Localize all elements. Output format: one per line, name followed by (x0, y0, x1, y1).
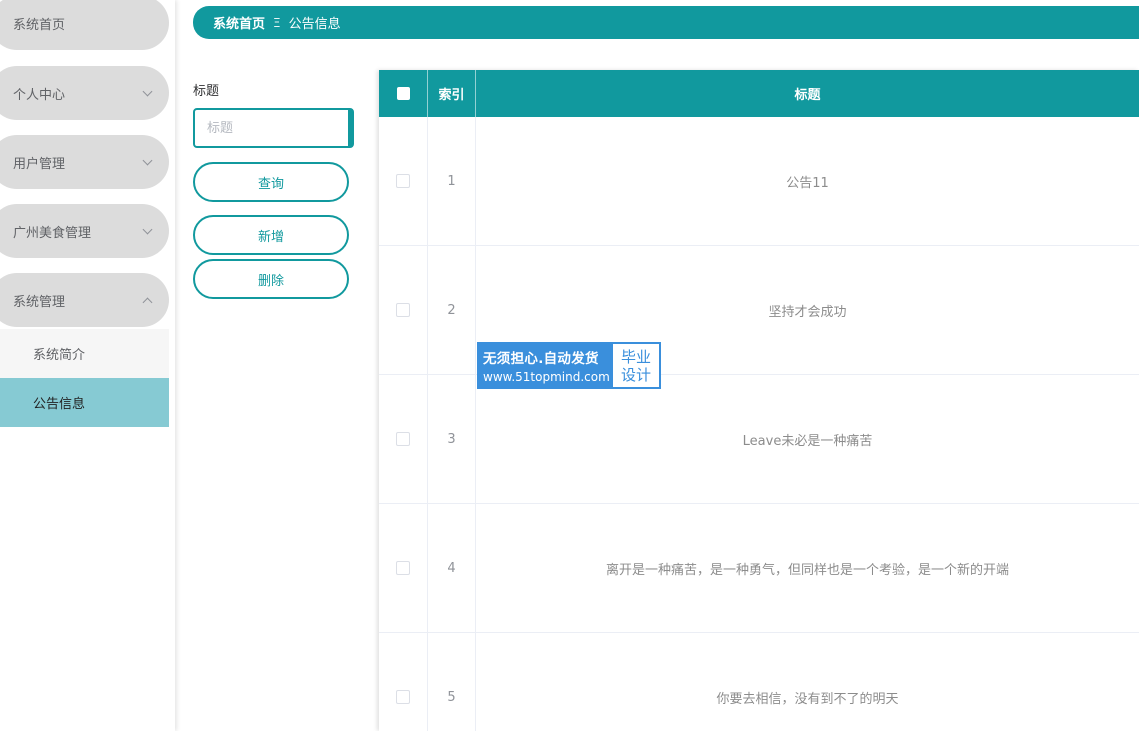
submenu-item-label: 系统简介 (33, 348, 86, 363)
chevron-down-icon (142, 224, 153, 235)
row-checkbox[interactable] (396, 690, 410, 704)
row-select-cell (379, 246, 428, 374)
row-checkbox[interactable] (396, 432, 410, 446)
row-index: 5 (428, 633, 476, 731)
watermark-slogan: 无须担心.自动发货 (483, 351, 599, 367)
announcement-table: 索引 标题 1 公告11 2 坚持才会成功 3 Leave未必是一种痛苦 4 离… (379, 70, 1139, 731)
header-title: 标题 (794, 88, 821, 103)
submenu-item-label: 公告信息 (33, 397, 86, 412)
delete-button[interactable]: 删除 (193, 259, 349, 299)
watermark-badge: 毕业 设计 (613, 344, 659, 387)
query-button[interactable]: 查询 (193, 162, 349, 202)
menu-item-system-management[interactable]: 系统管理 (0, 273, 169, 327)
chevron-down-icon (142, 86, 153, 97)
row-title: Leave未必是一种痛苦 (742, 433, 873, 449)
menu-item-food-management[interactable]: 广州美食管理 (0, 204, 169, 258)
breadcrumb-home[interactable]: 系统首页 (213, 13, 265, 32)
watermark-badge-line: 毕业 (620, 347, 651, 366)
add-button[interactable]: 新增 (193, 215, 349, 255)
table-row[interactable]: 3 Leave未必是一种痛苦 (379, 375, 1139, 504)
menu-item-label: 系统管理 (13, 294, 66, 310)
menu-item-label: 用户管理 (13, 156, 66, 172)
watermark-text-block: 无须担心.自动发货 www.51topmind.com (479, 344, 613, 387)
menu-item-label: 个人中心 (13, 87, 66, 103)
row-checkbox[interactable] (396, 174, 410, 188)
row-title: 公告11 (786, 175, 829, 191)
menu-item-label: 广州美食管理 (13, 225, 92, 241)
menu-item-home[interactable]: 系统首页 (0, 0, 169, 50)
row-title: 离开是一种痛苦，是一种勇气，但同样也是一个考验，是一个新的开端 (605, 562, 1009, 578)
chevron-down-icon (142, 155, 153, 166)
watermark-badge-line: 设计 (620, 365, 651, 384)
submenu-item-system-intro[interactable]: 系统简介 (0, 329, 169, 378)
header-index: 索引 (428, 70, 476, 117)
table-row[interactable]: 4 离开是一种痛苦，是一种勇气，但同样也是一个考验，是一个新的开端 (379, 504, 1139, 633)
row-checkbox[interactable] (396, 561, 410, 575)
header-select-cell (379, 70, 428, 117)
row-checkbox[interactable] (396, 303, 410, 317)
watermark-url: www.51topmind.com (483, 370, 610, 384)
row-title: 你要去相信，没有到不了的明天 (716, 691, 899, 707)
select-all-checkbox[interactable] (396, 87, 410, 100)
menu-item-personal-center[interactable]: 个人中心 (0, 66, 169, 120)
title-search-input[interactable] (193, 108, 354, 148)
table-header: 索引 标题 (379, 70, 1139, 117)
watermark-overlay: 无须担心.自动发货 www.51topmind.com 毕业 设计 (477, 342, 661, 389)
sidebar: 系统首页 个人中心 用户管理 广州美食管理 系统管理 系统简介 公告信息 (0, 0, 175, 731)
table-row[interactable]: 1 公告11 (379, 117, 1139, 246)
breadcrumb-current: 公告信息 (288, 17, 341, 32)
row-index: 4 (428, 504, 476, 632)
row-select-cell (379, 504, 428, 632)
row-index: 3 (428, 375, 476, 503)
row-index: 2 (428, 246, 476, 374)
row-select-cell (379, 375, 428, 503)
chevron-up-icon (142, 297, 153, 308)
row-select-cell (379, 117, 428, 245)
row-select-cell (379, 633, 428, 731)
menu-item-label: 系统首页 (13, 17, 66, 33)
breadcrumb-separator-icon: Ξ (273, 15, 281, 30)
title-field-label: 标题 (193, 84, 220, 99)
app-root: 系统首页 个人中心 用户管理 广州美食管理 系统管理 系统简介 公告信息 系统首… (0, 0, 1139, 731)
breadcrumb: 系统首页 Ξ 公告信息 (193, 6, 1139, 39)
row-index: 1 (428, 117, 476, 245)
table-row[interactable]: 5 你要去相信，没有到不了的明天 (379, 633, 1139, 731)
submenu-item-announcements[interactable]: 公告信息 (0, 378, 169, 427)
menu-item-user-management[interactable]: 用户管理 (0, 135, 169, 189)
